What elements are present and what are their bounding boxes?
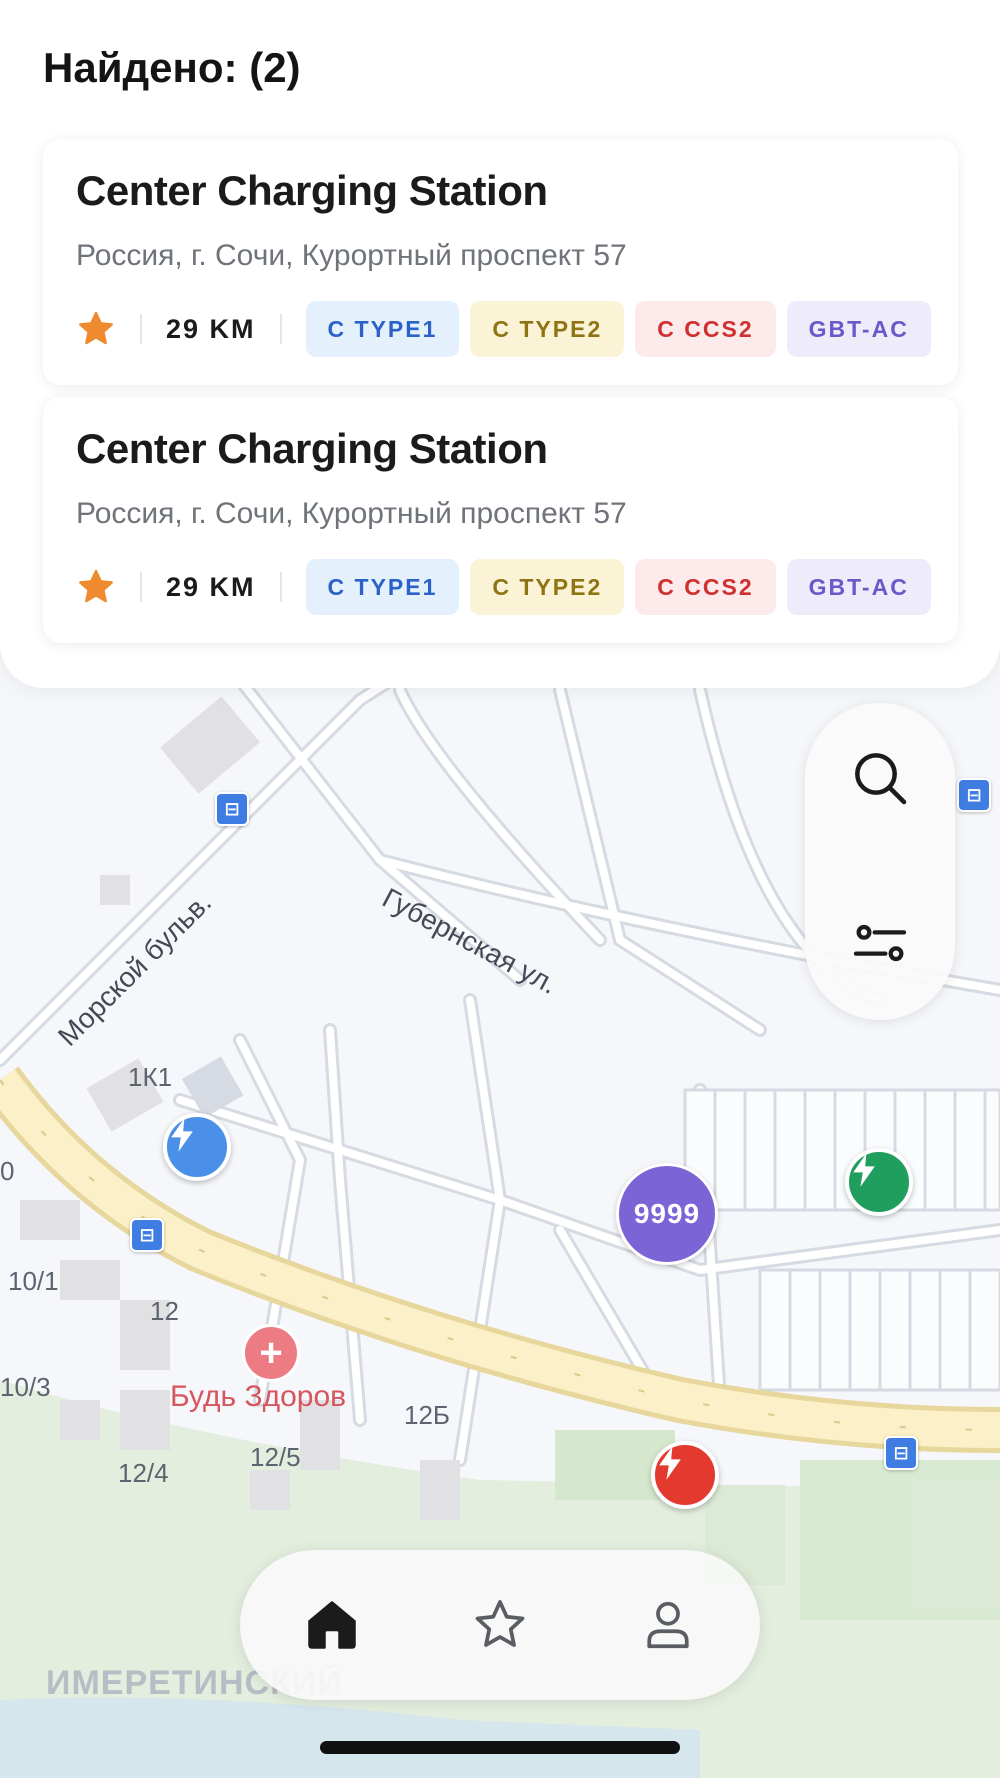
- connector-tag-ccs2: C CCS2: [635, 559, 776, 615]
- house-number: 10/1: [8, 1266, 59, 1296]
- divider: [140, 314, 142, 344]
- connector-tag-type2: C TYPE2: [470, 559, 625, 615]
- home-indicator[interactable]: [320, 1741, 680, 1754]
- connector-tag-gbt-ac: GBT-AC: [786, 301, 931, 357]
- filter-icon: [853, 924, 907, 962]
- nav-favorites-button[interactable]: [460, 1585, 540, 1665]
- divider: [279, 572, 282, 602]
- bus-stop-icon[interactable]: ⊟: [884, 1436, 918, 1470]
- search-icon: [855, 753, 907, 805]
- station-meta-row: 29 KM C TYPE1 C TYPE2 C CCS2 GBT-AC: [76, 301, 942, 357]
- station-card[interactable]: Center Charging Station Россия, г. Сочи,…: [43, 139, 958, 385]
- connector-tag-gbt-ac: GBT-AC: [786, 559, 931, 615]
- connector-tag-type2: C TYPE2: [470, 301, 625, 357]
- house-number: 12/5: [250, 1442, 301, 1472]
- favorite-star-icon[interactable]: [76, 567, 116, 607]
- house-number: 1К1: [128, 1062, 173, 1092]
- search-button[interactable]: [840, 738, 920, 818]
- bus-stop-icon[interactable]: ⊟: [130, 1218, 164, 1252]
- bottom-nav-bar: [240, 1550, 760, 1700]
- nav-home-button[interactable]: [292, 1585, 372, 1665]
- poi-label: Будь Здоров: [170, 1380, 347, 1413]
- connector-tag-ccs2: C CCS2: [635, 301, 776, 357]
- connector-tag-type1: C TYPE1: [305, 559, 460, 615]
- lightning-icon: [853, 1153, 875, 1187]
- station-cluster-marker[interactable]: 9999: [616, 1163, 718, 1265]
- plus-icon: +: [259, 1331, 283, 1375]
- station-name: Center Charging Station: [76, 425, 548, 472]
- house-number: 10/3: [0, 1372, 51, 1402]
- filter-button[interactable]: [840, 903, 920, 983]
- star-icon: [475, 1600, 525, 1647]
- pharmacy-poi-marker[interactable]: +: [242, 1324, 300, 1382]
- station-distance: 29 KM: [166, 313, 256, 344]
- connector-tag-type1: C TYPE1: [305, 301, 460, 357]
- house-number: 12Б: [404, 1400, 450, 1430]
- charging-station-marker-blue[interactable]: [163, 1113, 231, 1181]
- bus-stop-icon[interactable]: ⊟: [957, 778, 991, 812]
- lightning-icon: [659, 1446, 681, 1480]
- results-panel: Найдено: (2) Center Charging Station Рос…: [0, 0, 1000, 688]
- nav-profile-button[interactable]: [628, 1585, 708, 1665]
- station-name: Center Charging Station: [76, 167, 548, 214]
- charging-station-marker-red[interactable]: [651, 1441, 719, 1509]
- profile-icon: [647, 1601, 689, 1649]
- station-address: Россия, г. Сочи, Курортный проспект 57: [76, 497, 627, 530]
- house-number: 12: [150, 1296, 179, 1326]
- home-icon: [308, 1601, 356, 1649]
- house-number: 12/4: [118, 1458, 169, 1488]
- station-distance: 29 KM: [166, 571, 256, 602]
- map-controls: [805, 703, 955, 1020]
- station-card[interactable]: Center Charging Station Россия, г. Сочи,…: [43, 397, 958, 643]
- divider: [140, 572, 142, 602]
- charging-station-marker-green[interactable]: [845, 1148, 913, 1216]
- lightning-icon: [171, 1118, 193, 1152]
- house-number: 0: [0, 1156, 15, 1186]
- bus-stop-icon[interactable]: ⊟: [215, 792, 249, 826]
- favorite-star-icon[interactable]: [76, 309, 116, 349]
- station-meta-row: 29 KM C TYPE1 C TYPE2 C CCS2 GBT-AC: [76, 559, 942, 615]
- results-count-title: Найдено: (2): [43, 44, 301, 91]
- station-address: Россия, г. Сочи, Курортный проспект 57: [76, 239, 627, 272]
- divider: [279, 314, 282, 344]
